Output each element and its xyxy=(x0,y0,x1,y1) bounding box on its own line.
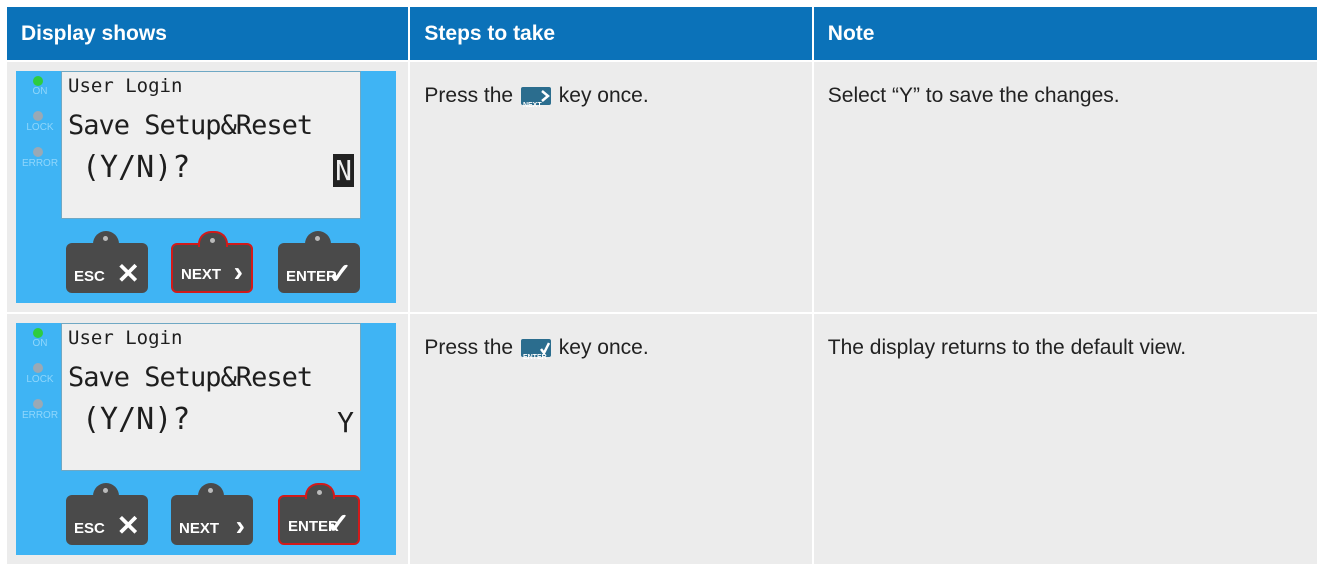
chevron-right-icon: › xyxy=(233,256,243,287)
lcd-screen: User Login Save Setup&Reset (Y/N)? N xyxy=(61,71,361,219)
header-note: Note xyxy=(813,7,1317,60)
lcd-line-2: Save Setup&Reset xyxy=(68,110,313,141)
led-label-error: ERROR xyxy=(21,410,59,421)
led-label-on: ON xyxy=(32,86,48,97)
table-row: ON LOCK ERROR User Login Save Setup&Rese… xyxy=(7,314,1318,564)
lcd-line-3: (Y/N)? xyxy=(82,402,191,437)
x-icon: ✕ xyxy=(116,510,140,541)
lock-led-icon xyxy=(33,363,43,373)
step-text: Press the ENTER key once. xyxy=(410,314,811,362)
on-led-icon xyxy=(33,328,43,338)
error-led-icon xyxy=(33,147,43,157)
x-icon: ✕ xyxy=(116,258,140,289)
next-key-icon-label: NEXT xyxy=(522,102,542,109)
next-button-label: NEXT xyxy=(179,520,220,537)
table-row: ON LOCK ERROR User Login Save Setup&Rese… xyxy=(7,62,1318,312)
header-steps-to-take: Steps to take xyxy=(410,7,812,60)
lcd-line-1: User Login xyxy=(68,327,183,349)
lock-led-icon xyxy=(33,111,43,121)
lcd-value: Y xyxy=(337,406,354,439)
device-panel: ON LOCK ERROR User Login Save Setup&Rese… xyxy=(16,71,396,303)
lcd-value-selected: N xyxy=(333,154,354,187)
display-cell: ON LOCK ERROR User Login Save Setup&Rese… xyxy=(7,62,409,312)
step-text-after: key once. xyxy=(558,336,649,359)
next-button-label: NEXT xyxy=(181,266,222,283)
note-cell: Select “Y” to save the changes. xyxy=(813,62,1318,312)
lcd-line-2: Save Setup&Reset xyxy=(68,362,313,393)
esc-button-label: ESC xyxy=(74,268,105,285)
device-panel: ON LOCK ERROR User Login Save Setup&Rese… xyxy=(16,323,396,555)
lcd-screen: User Login Save Setup&Reset (Y/N)? Y xyxy=(61,323,361,471)
led-label-lock: LOCK xyxy=(26,122,54,133)
table-header: Display shows Steps to take Note xyxy=(7,7,1317,60)
display-cell: ON LOCK ERROR User Login Save Setup&Rese… xyxy=(7,314,409,564)
chevron-right-icon: › xyxy=(235,510,245,541)
lcd-line-1: User Login xyxy=(68,75,183,97)
next-key-icon: NEXT xyxy=(520,87,551,109)
led-label-error: ERROR xyxy=(21,158,59,169)
next-button[interactable]: NEXT › xyxy=(171,231,253,293)
enter-button[interactable]: ENTER ✓ xyxy=(278,483,360,545)
step-text-before: Press the xyxy=(424,84,514,107)
note-text: Select “Y” to save the changes. xyxy=(827,84,1120,107)
next-button[interactable]: NEXT › xyxy=(171,483,253,545)
step-text: Press the NEXT key once. xyxy=(410,62,811,110)
on-led-icon xyxy=(33,76,43,86)
enter-key-icon: ENTER xyxy=(520,339,551,361)
step-text-before: Press the xyxy=(424,336,514,359)
checkmark-icon: ✓ xyxy=(328,258,352,289)
esc-button-label: ESC xyxy=(74,520,105,537)
steps-cell: Press the ENTER key once. xyxy=(410,314,812,564)
step-text-after: key once. xyxy=(558,84,649,107)
checkmark-icon: ✓ xyxy=(326,508,350,539)
lcd-line-3: (Y/N)? xyxy=(82,150,191,185)
led-label-on: ON xyxy=(32,338,48,349)
header-display-shows: Display shows xyxy=(7,7,409,60)
led-label-lock: LOCK xyxy=(26,374,54,385)
enter-button[interactable]: ENTER ✓ xyxy=(278,231,360,293)
note-cell: The display returns to the default view. xyxy=(813,314,1318,564)
instruction-table: Display shows Steps to take Note ON LOCK… xyxy=(7,7,1318,564)
steps-cell: Press the NEXT key once. xyxy=(410,62,812,312)
esc-button[interactable]: ESC ✕ xyxy=(66,483,148,545)
note-text: The display returns to the default view. xyxy=(827,336,1187,359)
esc-button[interactable]: ESC ✕ xyxy=(66,231,148,293)
error-led-icon xyxy=(33,399,43,409)
